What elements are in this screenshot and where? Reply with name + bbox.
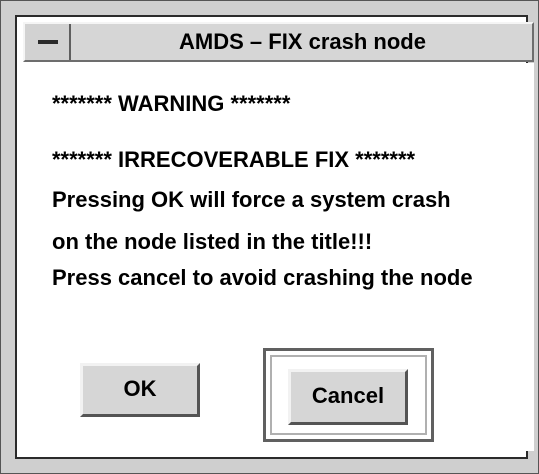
warning-line-1: ******* WARNING ******* <box>52 91 291 116</box>
message-line-3: Pressing OK will force a system crash <box>52 187 451 212</box>
title-bar[interactable]: AMDS – FIX crash node <box>23 22 534 62</box>
window-menu-button[interactable] <box>25 24 71 60</box>
window-menu-dash-icon <box>38 40 58 44</box>
warning-line-2: ******* IRRECOVERABLE FIX ******* <box>52 147 416 172</box>
message-line-5: Press cancel to avoid crashing the node <box>52 265 473 290</box>
dialog-content: ******* WARNING ******* ******* IRRECOVE… <box>23 63 534 451</box>
cancel-button[interactable]: Cancel <box>288 369 408 425</box>
dialog-window: AMDS – FIX crash node ******* WARNING **… <box>0 0 539 474</box>
message-line-4: on the node listed in the title!!! <box>52 229 373 254</box>
window-title: AMDS – FIX crash node <box>179 29 426 54</box>
ok-button[interactable]: OK <box>80 363 200 417</box>
